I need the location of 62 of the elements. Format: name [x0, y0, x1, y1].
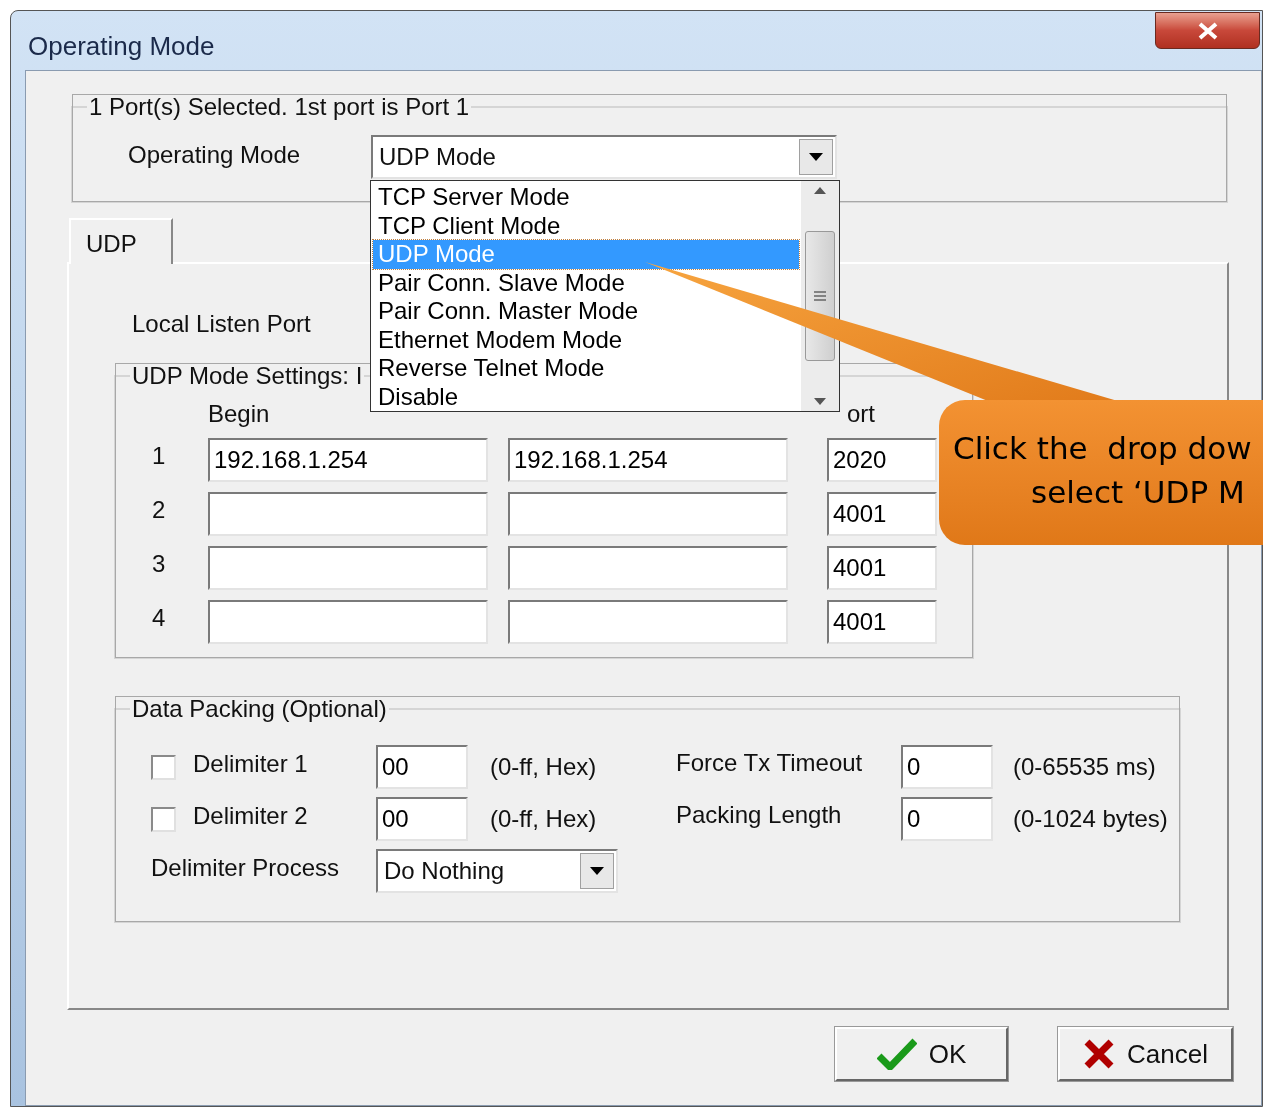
range-hint: (0-ff, Hex)	[490, 804, 598, 834]
port-field[interactable]: 4001	[827, 546, 937, 590]
range-hint: (0-65535 ms)	[1013, 752, 1156, 782]
end-ip-field[interactable]: 192.168.1.254	[508, 438, 788, 482]
row-number: 2	[152, 495, 167, 525]
checkmark-icon	[876, 1038, 917, 1070]
row-number: 4	[152, 603, 167, 633]
group-title: Data Packing (Optional)	[131, 695, 388, 723]
dropdown-option[interactable]: Ethernet Modem Mode	[373, 325, 799, 354]
field-label: Operating Mode	[128, 140, 302, 170]
range-hint: (0-ff, Hex)	[490, 752, 598, 782]
scroll-up-icon[interactable]	[814, 187, 826, 194]
row-number: 3	[152, 549, 167, 579]
cross-icon	[1083, 1038, 1116, 1070]
grip-icon	[814, 291, 826, 301]
row-number: 1	[152, 441, 167, 471]
field-label: Packing Length	[676, 800, 843, 830]
begin-ip-field[interactable]	[208, 546, 488, 590]
window-title: Operating Mode	[28, 30, 215, 63]
column-header: ort	[847, 399, 875, 429]
tab[interactable]: UDP	[69, 218, 173, 264]
scrollbar[interactable]	[801, 181, 839, 411]
range-hint: (0-1024 bytes)	[1013, 804, 1168, 834]
dropdown-option[interactable]: Pair Conn. Slave Mode	[373, 268, 799, 297]
group-title: UDP Mode Settings: I	[131, 362, 364, 390]
checkbox[interactable]	[151, 806, 176, 832]
port-field[interactable]: 2020	[827, 438, 937, 482]
dropdown-option[interactable]: Reverse Telnet Mode	[373, 354, 799, 383]
group-title: 1 Port(s) Selected. 1st port is Port 1	[88, 93, 471, 121]
field-label: Delimiter Process	[151, 853, 341, 883]
dropdown-arrow-icon	[590, 867, 604, 875]
setting-field[interactable]: 0	[901, 797, 993, 841]
begin-ip-field[interactable]: 192.168.1.254	[208, 438, 488, 482]
checkbox[interactable]	[151, 754, 176, 780]
scroll-down-icon[interactable]	[814, 398, 826, 405]
cancel-button[interactable]: Cancel	[1058, 1027, 1233, 1081]
checkbox-label: Delimiter 1	[193, 749, 309, 779]
ok-button[interactable]: OK	[835, 1027, 1008, 1081]
dropdown-arrow-icon	[809, 153, 823, 161]
begin-ip-field[interactable]	[208, 492, 488, 536]
dropdown-option[interactable]: Disable	[373, 382, 799, 411]
setting-field[interactable]: 0	[901, 745, 993, 789]
end-ip-field[interactable]	[508, 600, 788, 644]
field-label: Local Listen Port	[132, 309, 311, 339]
dropdown-option[interactable]: TCP Server Mode	[373, 183, 799, 212]
close-icon	[1196, 21, 1219, 40]
end-ip-field[interactable]	[508, 546, 788, 590]
delimiter-field[interactable]: 00	[376, 797, 468, 841]
begin-ip-field[interactable]	[208, 600, 488, 644]
dropdown-option[interactable]: TCP Client Mode	[373, 211, 799, 240]
callout-text: Click the drop dow	[953, 429, 1253, 468]
close-button[interactable]	[1155, 12, 1260, 49]
end-ip-field[interactable]	[508, 492, 788, 536]
port-field[interactable]: 4001	[827, 492, 937, 536]
delimiter-process-dropdown[interactable]: Do Nothing	[376, 849, 618, 893]
checkbox-label: Delimiter 2	[193, 801, 309, 831]
delimiter-field[interactable]: 00	[376, 745, 468, 789]
port-field[interactable]: 4001	[827, 600, 937, 644]
operating-mode-dropdown[interactable]: UDP Mode	[371, 135, 837, 179]
field-label: Force Tx Timeout	[676, 748, 864, 778]
callout-text: select ‘UDP M	[1031, 473, 1246, 512]
column-header: Begin	[208, 400, 270, 427]
